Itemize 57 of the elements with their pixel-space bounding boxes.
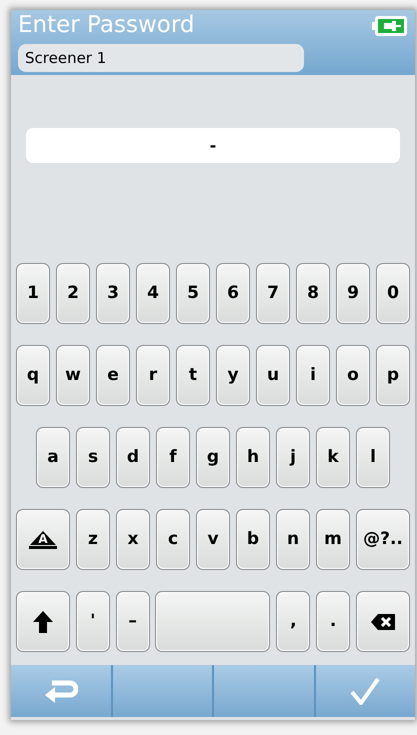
- back-button[interactable]: [11, 665, 110, 717]
- key[interactable]: l: [356, 427, 390, 488]
- key[interactable]: v: [196, 509, 230, 570]
- key[interactable]: 5: [176, 263, 210, 324]
- key[interactable]: u: [256, 345, 290, 406]
- key[interactable]: a: [36, 427, 70, 488]
- symbols-key[interactable]: @?..: [356, 509, 410, 570]
- checkmark-icon: [350, 677, 380, 705]
- key[interactable]: w: [56, 345, 90, 406]
- battery-icon: [372, 14, 408, 36]
- key[interactable]: m: [316, 509, 350, 570]
- key[interactable]: f: [156, 427, 190, 488]
- key[interactable]: e: [96, 345, 130, 406]
- key[interactable]: 9: [336, 263, 370, 324]
- key[interactable]: 8: [296, 263, 330, 324]
- key[interactable]: 1: [16, 263, 50, 324]
- key[interactable]: 4: [136, 263, 170, 324]
- key[interactable]: b: [236, 509, 270, 570]
- key[interactable]: 7: [256, 263, 290, 324]
- key[interactable]: d: [116, 427, 150, 488]
- key[interactable]: ,: [276, 591, 310, 652]
- password-field[interactable]: -: [26, 128, 400, 163]
- key[interactable]: n: [276, 509, 310, 570]
- blank-button[interactable]: [214, 665, 314, 717]
- key[interactable]: z: [76, 509, 110, 570]
- backspace-key[interactable]: [356, 591, 410, 652]
- key[interactable]: –: [116, 591, 150, 652]
- key[interactable]: p: [376, 345, 410, 406]
- shift-key[interactable]: [16, 591, 70, 652]
- key[interactable]: q: [16, 345, 50, 406]
- space-key[interactable]: [155, 591, 270, 652]
- key[interactable]: j: [276, 427, 310, 488]
- return-arrow-icon: [44, 678, 78, 704]
- caps-lock-key[interactable]: A: [16, 509, 70, 570]
- key[interactable]: 6: [216, 263, 250, 324]
- key[interactable]: i: [296, 345, 330, 406]
- key[interactable]: t: [176, 345, 210, 406]
- key[interactable]: h: [236, 427, 270, 488]
- screen-title: Enter Password: [18, 14, 194, 37]
- key[interactable]: .: [316, 591, 350, 652]
- key[interactable]: s: [76, 427, 110, 488]
- user-name-field: Screener 1: [18, 44, 304, 72]
- key[interactable]: ': [76, 591, 110, 652]
- backspace-icon: [370, 612, 396, 630]
- key[interactable]: g: [196, 427, 230, 488]
- up-arrow-icon: [32, 610, 54, 634]
- key[interactable]: 2: [56, 263, 90, 324]
- key[interactable]: 0: [376, 263, 410, 324]
- key[interactable]: x: [116, 509, 150, 570]
- key[interactable]: r: [136, 345, 170, 406]
- key[interactable]: y: [216, 345, 250, 406]
- key[interactable]: 3: [96, 263, 130, 324]
- blank-button[interactable]: [112, 665, 212, 717]
- key[interactable]: k: [316, 427, 350, 488]
- confirm-button[interactable]: [316, 665, 415, 717]
- key[interactable]: o: [336, 345, 370, 406]
- key[interactable]: c: [156, 509, 190, 570]
